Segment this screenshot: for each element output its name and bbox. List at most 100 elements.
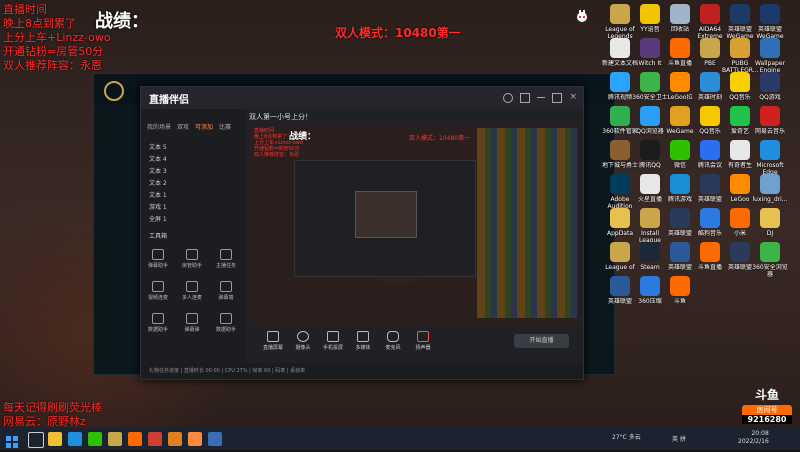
app-icon [730, 242, 750, 262]
tool-icon [186, 281, 198, 292]
overlay-line: 开通钻粉=房管50分 [3, 45, 104, 58]
tool-button[interactable]: 多人连麦 [177, 281, 207, 301]
status-bar: 礼物任务进度 | 直播时长 00:00 | CPU 27% | 帧率 60 | … [141, 363, 583, 379]
app-taskbar-icon[interactable] [168, 432, 182, 446]
screen-capture-button[interactable]: 直播屏幕 [259, 331, 287, 351]
layer-item[interactable]: 游戏 1 [141, 202, 246, 214]
tab-match[interactable]: 比赛 [219, 124, 231, 131]
app-icon [730, 140, 750, 160]
close-icon[interactable]: × [569, 93, 577, 103]
button-label: 手机投屏 [322, 345, 343, 351]
start-live-button[interactable]: 开始直播 [514, 334, 569, 348]
phone-cast-button[interactable]: 手机投屏 [319, 331, 347, 351]
minimize-icon[interactable] [537, 97, 546, 98]
microphone-button[interactable]: 麦克风 [379, 331, 407, 351]
speaker-button[interactable]: 扬声器 [409, 331, 437, 351]
tool-button[interactable]: 数据助手 [211, 313, 241, 333]
desktop-icon[interactable]: 360安全浏览器 [752, 242, 788, 278]
desktop-icon[interactable]: DJ [752, 208, 788, 244]
file-explorer-icon[interactable] [48, 432, 62, 446]
title-bar: 直播伴侣 × [141, 87, 583, 109]
maximize-icon[interactable] [552, 93, 563, 103]
media-button[interactable]: 多媒体 [349, 331, 377, 351]
tab-addable[interactable]: 可添加 [195, 124, 213, 131]
status-text: 礼物任务进度 | 直播时长 00:00 | CPU 27% | 帧率 60 | … [149, 368, 306, 374]
app-icon [610, 4, 630, 24]
app-icon [700, 4, 720, 24]
scene-sidebar: 我的场景 双攻 可添加 比赛 文本 5 文本 4 文本 3 文本 2 文本 1 游戏 … [141, 109, 246, 379]
app-icon [640, 174, 660, 194]
lol-taskbar-icon[interactable] [108, 432, 122, 446]
app-taskbar-icon[interactable] [208, 432, 222, 446]
douyu-badge: 斗鱼 房间号 9216280 [742, 386, 792, 428]
taskbar: 27°C 多云 英 拼 20:08 2022/2/16 [0, 428, 800, 450]
app-icon [610, 276, 630, 296]
settings-icon[interactable] [520, 93, 531, 103]
clock[interactable]: 20:08 2022/2/16 [738, 430, 769, 446]
app-taskbar-icon[interactable] [148, 432, 162, 446]
tool-button[interactable]: 数据助手 [143, 313, 173, 333]
tool-icon [220, 249, 232, 260]
search-icon[interactable] [28, 432, 44, 448]
desktop-icon[interactable]: Microsoft Edge [752, 140, 788, 176]
layer-item[interactable]: 全屏 1 [141, 214, 246, 226]
app-icon [670, 208, 690, 228]
media-icon [357, 331, 369, 342]
monitor-icon [267, 331, 279, 342]
stream-title[interactable]: 双人第一小号上分！ [249, 112, 312, 124]
tool-icon [220, 313, 232, 324]
overlay-mode-text: 双人模式：10480第一 [335, 26, 461, 40]
app-icon [640, 208, 660, 228]
app-icon [700, 106, 720, 126]
tool-button[interactable]: 房管助手 [177, 249, 207, 269]
tab-my-scene[interactable]: 我的场景 [147, 124, 171, 131]
layer-item[interactable]: 文本 2 [141, 178, 246, 190]
app-icon [610, 174, 630, 194]
douyu-taskbar-icon[interactable] [128, 432, 142, 446]
desktop-icon[interactable]: luxing_dri... [752, 174, 788, 210]
layer-item[interactable]: 文本 5 [141, 142, 246, 154]
desktop-icon[interactable]: Wallpaper Engine [752, 38, 788, 74]
app-icon [670, 106, 690, 126]
desktop-icon[interactable]: 英雄联盟WeGame [752, 4, 788, 40]
tool-button[interactable]: 弹幕墙 [211, 281, 241, 301]
camera-button[interactable]: 摄像头 [289, 331, 317, 351]
app-icon [640, 38, 660, 58]
tool-button[interactable]: 主播任务 [211, 249, 241, 269]
tool-icon [220, 281, 232, 292]
input-method[interactable]: 英 拼 [672, 434, 686, 443]
avatar-icon[interactable] [503, 93, 514, 103]
app-icon [640, 242, 660, 262]
edge-icon[interactable] [68, 432, 82, 446]
desktop-icon[interactable]: 网易云音乐 [752, 106, 788, 142]
layer-item[interactable]: 文本 3 [141, 166, 246, 178]
mascot-icon [575, 8, 589, 22]
zhibo-taskbar-icon[interactable] [188, 432, 202, 446]
app-icon [640, 106, 660, 126]
tool-button[interactable]: 视频连麦 [143, 281, 173, 301]
desktop-icon[interactable]: 斗鱼 [662, 276, 698, 312]
clock-date: 2022/2/16 [738, 438, 769, 445]
layer-item[interactable]: 文本 1 [141, 190, 246, 202]
app-icon [610, 208, 630, 228]
layer-item[interactable]: 文本 4 [141, 154, 246, 166]
app-icon [610, 38, 630, 58]
tools-header: 工具箱 [149, 233, 168, 240]
clock-time: 20:08 [751, 430, 769, 437]
tab-shuanggong[interactable]: 双攻 [177, 124, 189, 131]
tool-label: 房管助手 [181, 263, 202, 269]
tool-button[interactable]: 弹幕助手 [143, 249, 173, 269]
wechat-icon[interactable] [88, 432, 102, 446]
overlay-line: 网易云：原野林z [3, 415, 86, 428]
windows-start-icon[interactable] [6, 433, 18, 448]
live-companion-window[interactable]: 直播伴侣 × 我的场景 双攻 可添加 比赛 文本 5 文本 4 文本 3 文本 2 文… [140, 86, 584, 380]
app-icon [760, 38, 780, 58]
app-icon [610, 72, 630, 92]
bottom-toolbar: 直播屏幕 摄像头 手机投屏 多媒体 麦克风 扬声器 开始直播 [249, 327, 579, 357]
app-icon [760, 4, 780, 24]
app-icon [730, 208, 750, 228]
desktop-icon[interactable]: QQ游戏 [752, 72, 788, 108]
tool-label: 弹幕弹 [184, 327, 200, 333]
weather[interactable]: 27°C 多云 [612, 432, 641, 441]
tool-button[interactable]: 弹幕弹 [177, 313, 207, 333]
